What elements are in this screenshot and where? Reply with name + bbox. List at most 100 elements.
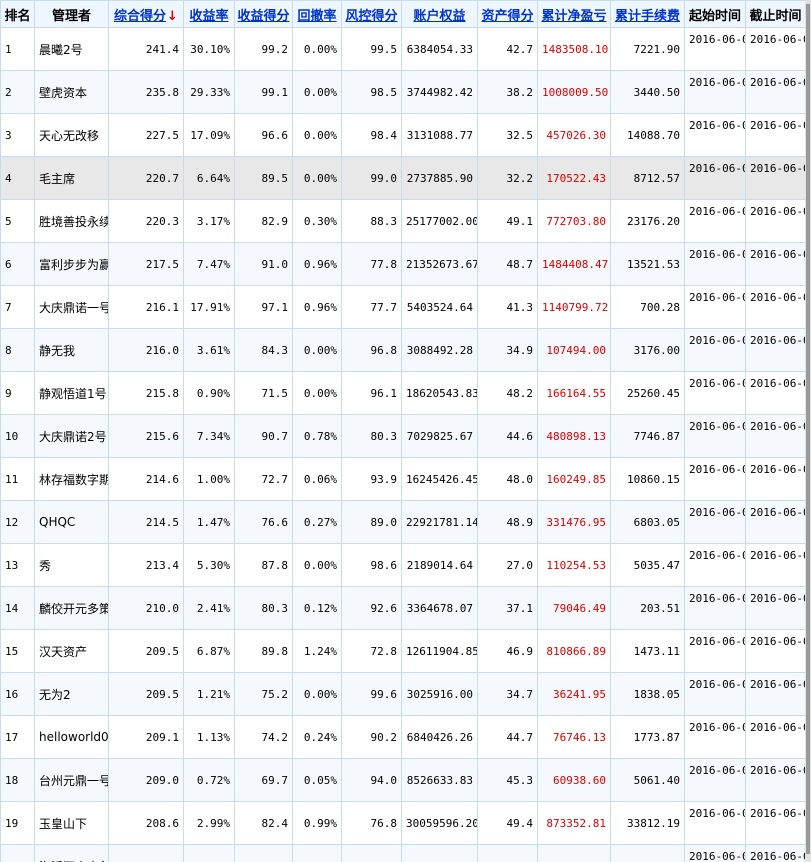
table-row[interactable]: 5 胜境善投永续 220.3 3.17% 82.9 0.30% 88.3 25177002.0… [0,199,805,243]
table-row[interactable]: 16 无为2 209.5 1.21% 75.2 0.00% 99.6 3025916.00 34… [0,672,805,716]
col-header-end-date: 截止时间 [745,0,805,28]
cell-total-score: 209.5 [108,672,184,716]
cell-fees: 14088.70 [610,113,685,157]
cell-total-score: 214.5 [108,500,184,544]
cell-asset-score: 48.7 [477,242,538,286]
cell-total-score: 213.4 [108,543,184,587]
col-header-return-score[interactable]: 收益得分 [234,0,293,28]
cell-total-score: 209.0 [108,758,184,802]
cell-asset-score: 49.4 [477,801,538,845]
scrollbar-thumb[interactable] [806,4,810,854]
table-row[interactable]: 7 大庆鼎诺一号 216.1 17.91% 97.1 0.96% 77.7 5403524.6… [0,285,805,329]
cell-end-date: 2016-06-07 [745,629,805,673]
col-header-risk-score[interactable]: 风控得分 [341,0,402,28]
cell-start-date: 2016-06-01 [684,242,746,286]
cell-risk-score: 77.8 [341,242,402,286]
cell-risk-score: 93.9 [341,457,402,501]
cell-total-score: 217.5 [108,242,184,286]
cell-asset-score: 48.2 [477,371,538,415]
col-header-start-date: 起始时间 [684,0,746,28]
cell-asset-score: 41.3 [477,285,538,329]
table-row[interactable]: 18 台州元鼎一号 209.0 0.72% 69.7 0.05% 94.0 8526633.8… [0,758,805,802]
table-row[interactable]: 9 静观悟道1号 215.8 0.90% 71.5 0.00% 96.1 18620543.8… [0,371,805,415]
cell-equity: 5403524.64 [401,285,478,329]
cell-risk-score: 98.4 [341,113,402,157]
cell-net-pnl: 166164.55 [537,371,611,415]
cell-return-score: 76.6 [234,500,293,544]
cell-return-score: 72.7 [234,457,293,501]
cell-risk-score: 98.6 [341,543,402,587]
cell-return-rate: 5.30% [183,543,235,587]
table-row[interactable]: 12 QHQC 214.5 1.47% 76.6 0.27% 89.0 22921781.14… [0,500,805,544]
cell-rank: 13 [0,543,35,587]
cell-return-score: 80.3 [234,586,293,630]
cell-fees: 3176.00 [610,328,685,372]
cell-equity: 2737885.90 [401,156,478,200]
table-row[interactable]: 11 林存福数字期 214.6 1.00% 72.7 0.06% 93.9 16245426.… [0,457,805,501]
cell-fees: 24761.42 [610,844,685,862]
table-row[interactable]: 6 富利步步为赢 217.5 7.47% 91.0 0.96% 77.8 21352673.6… [0,242,805,286]
table-row[interactable]: 13 秀 213.4 5.30% 87.8 0.00% 98.6 2189014.64 27.0… [0,543,805,587]
table-row[interactable]: 1 晨曦2号 241.4 30.10% 99.2 0.00% 99.5 6384054.33 4… [0,27,805,71]
col-header-asset-score[interactable]: 资产得分 [477,0,538,28]
table-row[interactable]: 3 天心无改移 227.5 17.09% 96.6 0.00% 98.4 3131088.77… [0,113,805,157]
cell-manager: 麟佼开元多策 [34,586,109,630]
cell-equity: 3744982.42 [401,70,478,114]
cell-total-score: 227.5 [108,113,184,157]
table-row[interactable]: 4 毛主席 220.7 6.64% 89.5 0.00% 99.0 2737885.90 32.… [0,156,805,200]
cell-end-date: 2016-06-06 [745,543,805,587]
cell-return-score: 82.4 [234,801,293,845]
cell-asset-score: 34.9 [477,328,538,372]
col-header-total-score-label[interactable]: 综合得分 [114,9,166,24]
table-row[interactable]: 19 玉皇山下 208.6 2.99% 82.4 0.99% 76.8 30059596.20… [0,801,805,845]
cell-end-date: 2016-06-06 [745,27,805,71]
cell-risk-score: 88.3 [341,199,402,243]
cell-manager: 晨曦2号 [34,27,109,71]
cell-end-date: 2016-06-07 [745,414,805,458]
cell-end-date: 2016-06-07 [745,242,805,286]
cell-risk-score: 98.5 [341,70,402,114]
col-header-fees[interactable]: 累计手续费 [610,0,685,28]
vertical-scrollbar[interactable] [805,0,811,862]
table-row[interactable]: 10 大庆鼎诺2号 215.6 7.34% 90.7 0.78% 80.3 7029825.6… [0,414,805,458]
col-header-net-pnl[interactable]: 累计净盈亏 [537,0,611,28]
cell-equity: 3131088.77 [401,113,478,157]
cell-risk-score: 72.8 [341,629,402,673]
col-header-manager: 管理者 [34,0,109,28]
cell-fees: 25260.45 [610,371,685,415]
table-row[interactable]: 20海沃狂人亮剑207.25.06%86.70.85%79.44928662.4… [0,844,805,862]
cell-asset-score: 45.3 [477,758,538,802]
cell-rank: 6 [0,242,35,286]
cell-rank: 12 [0,500,35,544]
cell-return-score: 99.1 [234,70,293,114]
cell-drawdown: 0.05% [292,758,342,802]
cell-fees: 33812.19 [610,801,685,845]
col-header-drawdown[interactable]: 回撤率 [292,0,342,28]
cell-end-date: 2016-06-06 [745,371,805,415]
cell-manager: 秀 [34,543,109,587]
cell-asset-score: 37.1 [477,586,538,630]
cell-risk-score: 80.3 [341,414,402,458]
cell-asset-score: 46.9 [477,629,538,673]
cell-net-pnl: 873352.81 [537,801,611,845]
cell-total-score: 241.4 [108,27,184,71]
col-header-return-rate[interactable]: 收益率 [183,0,235,28]
table-row[interactable]: 14 麟佼开元多策 210.0 2.41% 80.3 0.12% 92.6 3364678.0… [0,586,805,630]
col-header-equity[interactable]: 账户权益 [401,0,478,28]
cell-equity: 8526633.83 [401,758,478,802]
table-row[interactable]: 15 汉天资产 209.5 6.87% 89.8 1.24% 72.8 12611904.85… [0,629,805,673]
cell-risk-score: 92.6 [341,586,402,630]
cell-equity: 6384054.33 [401,27,478,71]
table-row[interactable]: 2 壁虎资本 235.8 29.33% 99.1 0.00% 98.5 3744982.42 3… [0,70,805,114]
cell-manager: 大庆鼎诺2号 [34,414,109,458]
table-row[interactable]: 17helloworld01209.11.13%74.20.24%90.2684… [0,715,805,759]
cell-manager: 台州元鼎一号 [34,758,109,802]
cell-equity: 4928662.44 [401,844,478,862]
cell-asset-score: 32.2 [477,156,538,200]
cell-net-pnl: 1008009.50 [537,70,611,114]
cell-risk-score: 76.8 [341,801,402,845]
col-header-total-score[interactable]: 综合得分↓ [108,0,184,28]
cell-fees: 13521.53 [610,242,685,286]
table-row[interactable]: 8 静无我 216.0 3.61% 84.3 0.00% 96.8 3088492.28 34.… [0,328,805,372]
cell-drawdown: 0.00% [292,371,342,415]
